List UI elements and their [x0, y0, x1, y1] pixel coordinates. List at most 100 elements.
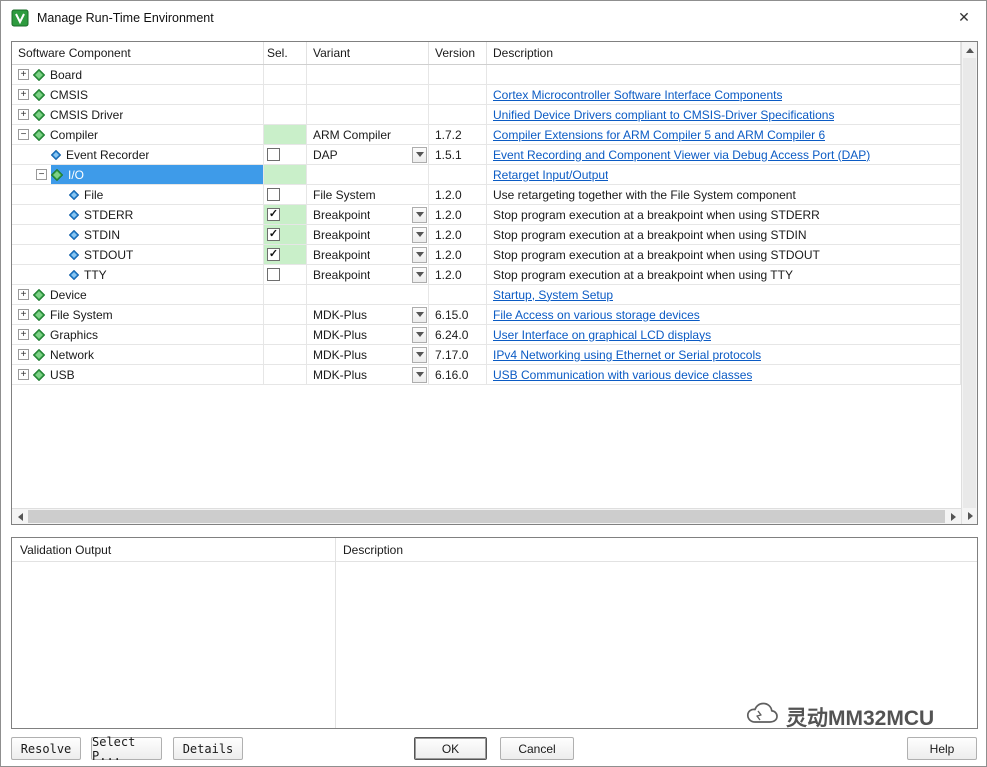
- description-link[interactable]: User Interface on graphical LCD displays: [493, 328, 711, 342]
- table-row[interactable]: STDOUT ✓ Breakpoint 1.2.0 Stop program execu…: [12, 245, 961, 265]
- description-link[interactable]: Cortex Microcontroller Software Interfac…: [493, 88, 782, 102]
- description-link[interactable]: Retarget Input/Output: [493, 168, 608, 182]
- expand-toggle-icon[interactable]: −: [18, 129, 29, 140]
- table-row[interactable]: + Network MDK-Plus 7.17.0 IPv4 Networking us…: [12, 345, 961, 365]
- description-link[interactable]: USB Communication with various device cl…: [493, 368, 752, 382]
- table-row[interactable]: + CMSIS Driver Unified Device Drivers comp…: [12, 105, 961, 125]
- table-row[interactable]: + Board: [12, 65, 961, 85]
- vertical-scrollbar[interactable]: [961, 42, 977, 524]
- description-link[interactable]: Unified Device Drivers compliant to CMSI…: [493, 108, 834, 122]
- horizontal-scrollbar[interactable]: [12, 508, 961, 524]
- description-cell: Startup, System Setup: [487, 285, 961, 305]
- expand-toggle-icon[interactable]: +: [18, 329, 29, 340]
- component-diamond-icon: [33, 128, 45, 141]
- table-row[interactable]: TTY Breakpoint 1.2.0 Stop program execution…: [12, 265, 961, 285]
- component-grid: Software Component Sel. Variant Version …: [12, 42, 961, 508]
- column-header-version[interactable]: Version: [429, 42, 487, 64]
- help-button[interactable]: Help: [907, 737, 977, 760]
- table-row[interactable]: File File System 1.2.0 Use retargeting toge…: [12, 185, 961, 205]
- table-row[interactable]: + USB MDK-Plus 6.16.0 USB Communication with…: [12, 365, 961, 385]
- variant-cell: DAP: [307, 145, 429, 165]
- sel-cell: [264, 85, 307, 105]
- expand-toggle-icon[interactable]: +: [18, 69, 29, 80]
- variant-dropdown-icon[interactable]: [412, 306, 427, 323]
- variant-dropdown-icon[interactable]: [412, 366, 427, 383]
- version-value: 1.2.0: [435, 207, 462, 222]
- expand-toggle-icon[interactable]: +: [18, 109, 29, 120]
- variant-dropdown-icon[interactable]: [412, 246, 427, 263]
- vertical-scroll-thumb[interactable]: [963, 58, 976, 508]
- variant-dropdown-icon[interactable]: [412, 226, 427, 243]
- variant-value: Breakpoint: [313, 247, 371, 262]
- scroll-right-icon[interactable]: [945, 509, 961, 524]
- variant-cell: [307, 65, 429, 85]
- variant-dropdown-icon[interactable]: [412, 266, 427, 283]
- sel-cell: [264, 185, 307, 205]
- expand-toggle-icon[interactable]: +: [18, 349, 29, 360]
- close-button[interactable]: ✕: [942, 1, 986, 34]
- variant-value: ARM Compiler: [313, 127, 392, 142]
- component-checkbox[interactable]: [267, 188, 280, 201]
- variant-value: MDK-Plus: [313, 367, 368, 382]
- table-row[interactable]: STDERR ✓ Breakpoint 1.2.0 Stop program execu…: [12, 205, 961, 225]
- expand-toggle-icon[interactable]: −: [36, 169, 47, 180]
- description-link[interactable]: Event Recording and Component Viewer via…: [493, 148, 870, 162]
- column-header-description[interactable]: Description: [487, 42, 961, 64]
- component-checkbox[interactable]: [267, 148, 280, 161]
- sel-cell: [264, 265, 307, 285]
- scroll-left-icon[interactable]: [12, 509, 28, 524]
- variant-dropdown-icon[interactable]: [412, 346, 427, 363]
- expand-toggle-icon[interactable]: +: [18, 369, 29, 380]
- scroll-up-icon[interactable]: [962, 42, 978, 58]
- version-cell: 1.2.0: [429, 265, 487, 285]
- table-row[interactable]: + CMSIS Cortex Microcontroller Software In…: [12, 85, 961, 105]
- expand-toggle-icon[interactable]: +: [18, 89, 29, 100]
- table-row[interactable]: STDIN ✓ Breakpoint 1.2.0 Stop program execut…: [12, 225, 961, 245]
- component-cell: − I/O: [12, 165, 264, 185]
- component-band: I/O: [51, 165, 263, 184]
- component-checkbox[interactable]: ✓: [267, 228, 280, 241]
- table-row[interactable]: − Compiler ARM Compiler 1.7.2 Compiler Exten…: [12, 125, 961, 145]
- component-cell: STDOUT: [12, 245, 264, 265]
- ok-button[interactable]: OK: [414, 737, 487, 760]
- component-cell: + Network: [12, 345, 264, 365]
- component-checkbox[interactable]: ✓: [267, 208, 280, 221]
- sel-cell: [264, 105, 307, 125]
- expand-toggle-icon[interactable]: +: [18, 289, 29, 300]
- details-button[interactable]: Details: [173, 737, 243, 760]
- select-packs-button[interactable]: Select P...: [91, 735, 162, 763]
- component-diamond-icon: [33, 308, 45, 321]
- column-header-variant[interactable]: Variant: [307, 42, 429, 64]
- component-diamond-icon: [33, 348, 45, 361]
- table-row[interactable]: + File System MDK-Plus 6.15.0 File Access on…: [12, 305, 961, 325]
- component-cell: + CMSIS Driver: [12, 105, 264, 125]
- resolve-button[interactable]: Resolve: [11, 737, 81, 760]
- expand-toggle-icon[interactable]: +: [18, 309, 29, 320]
- cancel-button[interactable]: Cancel: [500, 737, 574, 760]
- component-label: Compiler: [50, 127, 99, 142]
- description-link[interactable]: File Access on various storage devices: [493, 308, 700, 322]
- description-link[interactable]: IPv4 Networking using Ethernet or Serial…: [493, 348, 761, 362]
- variant-dropdown-icon[interactable]: [412, 326, 427, 343]
- table-row[interactable]: − I/O Retarget Input/Output: [12, 165, 961, 185]
- component-checkbox[interactable]: [267, 268, 280, 281]
- scroll-down-icon[interactable]: [962, 508, 978, 524]
- column-header-software-component[interactable]: Software Component: [12, 42, 264, 64]
- description-link[interactable]: Startup, System Setup: [493, 288, 613, 302]
- variant-dropdown-icon[interactable]: [412, 206, 427, 223]
- version-cell: [429, 165, 487, 185]
- variant-dropdown-icon[interactable]: [412, 146, 427, 163]
- description-link[interactable]: Compiler Extensions for ARM Compiler 5 a…: [493, 128, 825, 142]
- table-row[interactable]: Event Recorder DAP 1.5.1 Event Recording an…: [12, 145, 961, 165]
- component-cell: − Compiler: [12, 125, 264, 145]
- component-label: CMSIS: [50, 87, 89, 102]
- component-band: USB: [33, 365, 263, 384]
- horizontal-scroll-thumb[interactable]: [28, 510, 945, 523]
- description-cell: Retarget Input/Output: [487, 165, 961, 185]
- table-row[interactable]: + Device Startup, System Setup: [12, 285, 961, 305]
- table-row[interactable]: + Graphics MDK-Plus 6.24.0 User Interface on…: [12, 325, 961, 345]
- column-header-sel[interactable]: Sel.: [264, 42, 307, 64]
- component-checkbox[interactable]: ✓: [267, 248, 280, 261]
- description-cell: Stop program execution at a breakpoint w…: [487, 265, 961, 285]
- validation-panel-header: Validation Output Description: [12, 538, 977, 562]
